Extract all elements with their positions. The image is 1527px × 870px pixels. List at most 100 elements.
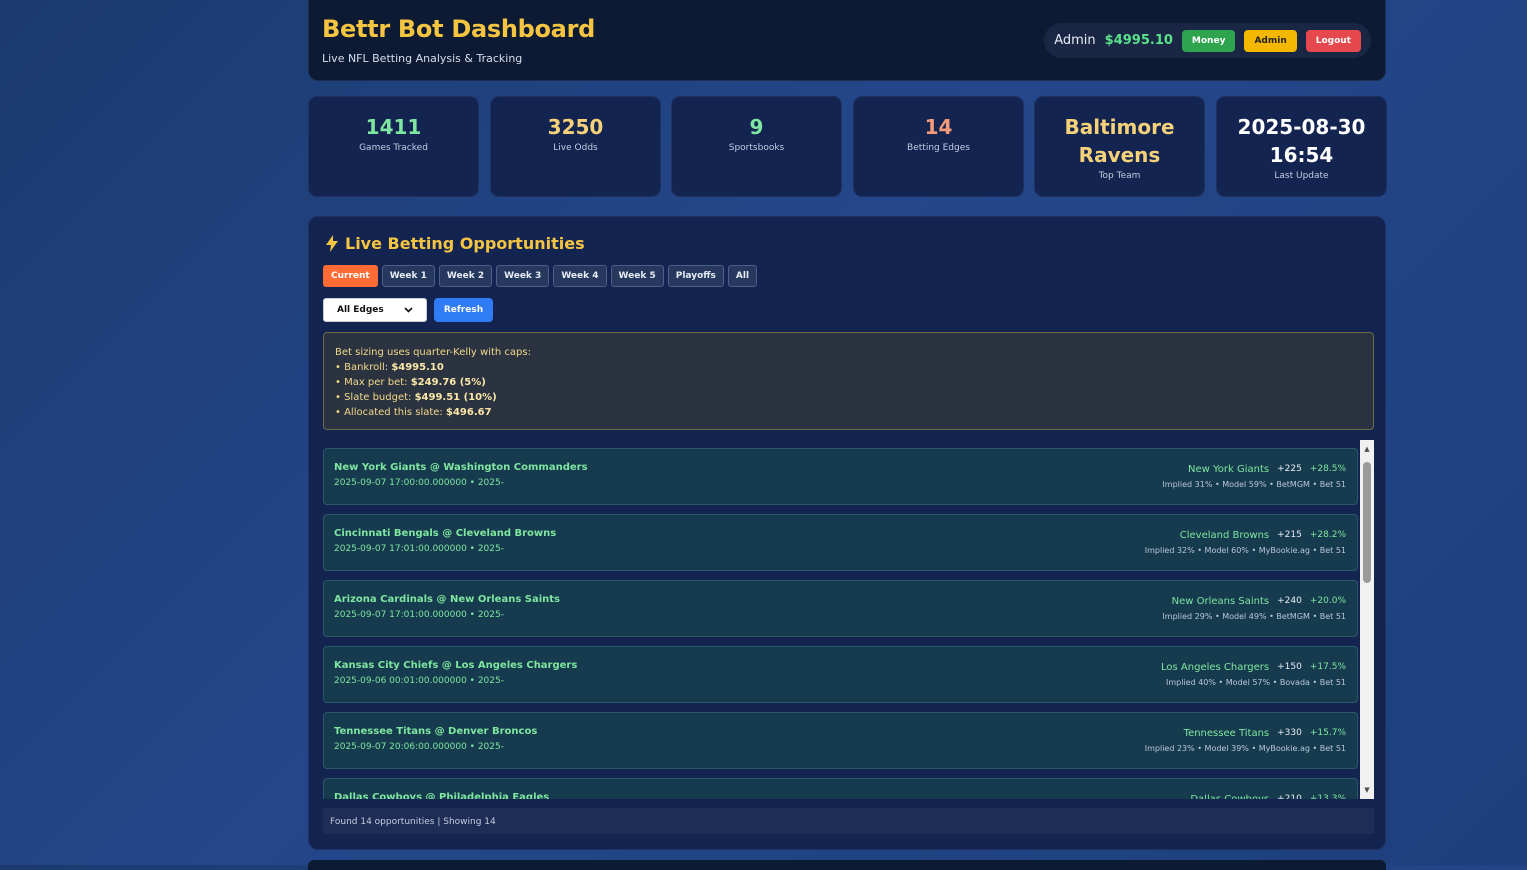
opportunity-detail: Implied 29% • Model 49% • BetMGM • Bet 5… (1162, 612, 1346, 621)
scroll-up-icon[interactable]: ▲ (1360, 442, 1374, 456)
opportunity-time: 2025-09-07 17:01:00.000000 • 2025- (334, 610, 504, 620)
opportunity-time: 2025-09-07 17:00:00.000000 • 2025- (334, 478, 504, 488)
results-footer: Found 14 opportunities | Showing 14 (323, 808, 1374, 834)
pick-team: Los Angeles Chargers (1161, 662, 1270, 673)
kelly-slate-label: • Slate budget: (335, 392, 415, 403)
opportunity-pick: Cleveland Browns +215 +28.2% (1180, 530, 1346, 541)
tab-week-5[interactable]: Week 5 (610, 265, 664, 287)
opportunity-card[interactable]: Kansas City Chiefs @ Los Angeles Charger… (323, 646, 1358, 703)
stat-label: Last Update (1274, 171, 1329, 181)
opportunity-match: New York Giants @ Washington Commanders (334, 462, 588, 473)
pick-odds: +215 (1277, 530, 1302, 540)
opportunity-match: Cincinnati Bengals @ Cleveland Browns (334, 528, 557, 539)
pick-edge: +20.0% (1309, 596, 1346, 606)
edge-filter-select[interactable]: All Edges (323, 298, 427, 322)
pick-edge: +28.2% (1309, 530, 1346, 540)
kelly-maxbet: • Max per bet: $249.76 (5%) (335, 375, 1362, 390)
page-title: Bettr Bot Dashboard (322, 15, 595, 43)
lightning-icon (326, 235, 338, 252)
stat-card: 9 Sportsbooks (671, 96, 842, 197)
kelly-bankroll-label: • Bankroll: (335, 362, 392, 373)
opportunity-time: 2025-09-07 20:06:00.000000 • 2025- (334, 742, 504, 752)
kelly-intro: Bet sizing uses quarter-Kelly with caps: (335, 347, 531, 358)
stat-label: Betting Edges (907, 143, 970, 153)
opportunity-card[interactable]: Tennessee Titans @ Denver Broncos 2025-09… (323, 712, 1358, 769)
pick-edge: +15.7% (1309, 728, 1346, 738)
pick-team: Cleveland Browns (1179, 530, 1270, 541)
chevron-down-icon (404, 307, 413, 313)
tab-all[interactable]: All (727, 265, 758, 287)
money-button[interactable]: Money (1181, 29, 1236, 52)
stat-card: Baltimore Ravens Top Team (1034, 96, 1205, 197)
pick-odds: +210 (1277, 794, 1302, 799)
opportunities-panel: Live Betting Opportunities Current Week 1… (308, 216, 1386, 850)
stat-label: Games Tracked (359, 143, 428, 153)
pick-edge: +17.5% (1309, 662, 1346, 672)
kelly-alloc-label: • Allocated this slate: (335, 407, 446, 418)
user-box: Admin $4995.10 Money Admin Logout (1044, 23, 1371, 58)
stat-value: 14 (924, 115, 953, 139)
opportunity-pick: Los Angeles Chargers +150 +17.5% (1161, 662, 1346, 673)
kelly-maxbet-label: • Max per bet: (335, 377, 411, 388)
pick-team: Dallas Cowboys (1190, 794, 1269, 799)
refresh-button[interactable]: Refresh (434, 298, 493, 322)
tab-current[interactable]: Current (323, 265, 378, 287)
logout-button[interactable]: Logout (1305, 29, 1361, 52)
scroll-down-icon[interactable]: ▼ (1360, 783, 1374, 797)
pick-odds: +240 (1277, 596, 1302, 606)
stat-value: 3250 (547, 115, 604, 139)
pick-team: New Orleans Saints (1171, 596, 1270, 607)
edge-filter-value: All Edges (337, 305, 384, 315)
balance: $4995.10 (1104, 33, 1173, 48)
kelly-alloc: • Allocated this slate: $496.67 (335, 405, 1362, 420)
kelly-info-box: Bet sizing uses quarter-Kelly with caps:… (323, 332, 1374, 430)
tab-week-1[interactable]: Week 1 (381, 265, 435, 287)
user-name: Admin (1054, 33, 1096, 48)
opportunity-detail: Implied 32% • Model 60% • MyBookie.ag • … (1144, 546, 1346, 555)
opportunity-card[interactable]: Dallas Cowboys @ Philadelphia Eagles Dall… (323, 778, 1358, 799)
stat-value: 2025-08-30 16:54 (1237, 115, 1366, 167)
opportunity-pick: New Orleans Saints +240 +20.0% (1172, 596, 1346, 607)
panel-title: Live Betting Opportunities (345, 234, 585, 253)
stat-card: 1411 Games Tracked (308, 96, 479, 197)
opportunity-card[interactable]: Cincinnati Bengals @ Cleveland Browns 202… (323, 514, 1358, 571)
pick-team: Tennessee Titans (1183, 728, 1270, 739)
scroll-thumb[interactable] (1363, 462, 1371, 583)
opportunity-detail: Implied 31% • Model 59% • BetMGM • Bet 5… (1162, 480, 1346, 489)
pick-odds: +225 (1277, 464, 1302, 474)
opportunity-match: Arizona Cardinals @ New Orleans Saints (334, 594, 560, 605)
panel-header: Live Betting Opportunities (325, 234, 585, 253)
opportunity-pick: New York Giants +225 +28.5% (1188, 464, 1346, 475)
admin-button[interactable]: Admin (1244, 29, 1297, 52)
opportunity-pick: Dallas Cowboys +210 +13.3% (1190, 794, 1346, 799)
stat-value: 1411 (365, 115, 422, 139)
kelly-bankroll-value: $4995.10 (391, 362, 444, 373)
tab-week-4[interactable]: Week 4 (553, 265, 607, 287)
stat-value: Baltimore Ravens (1064, 115, 1175, 167)
opportunity-match: Tennessee Titans @ Denver Broncos (334, 726, 538, 737)
tab-week-3[interactable]: Week 3 (496, 265, 550, 287)
kelly-slate: • Slate budget: $499.51 (10%) (335, 390, 1362, 405)
opportunity-time: 2025-09-06 00:01:00.000000 • 2025- (334, 676, 504, 686)
page-subtitle: Live NFL Betting Analysis & Tracking (322, 52, 523, 65)
pick-edge: +13.3% (1309, 794, 1346, 799)
opportunity-card[interactable]: New York Giants @ Washington Commanders 2… (323, 448, 1358, 505)
stat-card: 2025-08-30 16:54 Last Update (1216, 96, 1387, 197)
kelly-slate-value: $499.51 (10%) (414, 392, 497, 403)
stat-label: Live Odds (553, 143, 598, 153)
pick-odds: +330 (1277, 728, 1302, 738)
list-scrollbar[interactable]: ▲ ▼ (1360, 440, 1374, 799)
tab-playoffs[interactable]: Playoffs (667, 265, 724, 287)
opportunity-card[interactable]: Arizona Cardinals @ New Orleans Saints 20… (323, 580, 1358, 637)
next-panel-edge (308, 860, 1386, 870)
opportunity-match: Kansas City Chiefs @ Los Angeles Charger… (334, 660, 578, 671)
stat-card: 3250 Live Odds (490, 96, 661, 197)
stat-label: Top Team (1098, 171, 1141, 181)
kelly-maxbet-value: $249.76 (5%) (410, 377, 486, 388)
opportunity-match: Dallas Cowboys @ Philadelphia Eagles (334, 792, 550, 799)
opportunity-time: 2025-09-07 17:01:00.000000 • 2025- (334, 544, 504, 554)
opportunity-pick: Tennessee Titans +330 +15.7% (1184, 728, 1346, 739)
pick-team: New York Giants (1188, 464, 1270, 475)
pick-edge: +28.5% (1309, 464, 1346, 474)
tab-week-2[interactable]: Week 2 (438, 265, 493, 287)
